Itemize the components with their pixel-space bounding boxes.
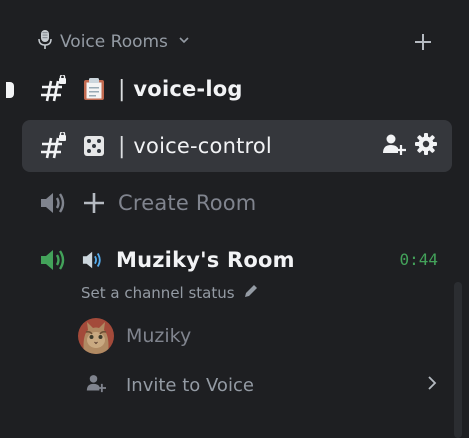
- scrollbar[interactable]: [454, 282, 462, 438]
- speaker-emoji: [82, 248, 106, 272]
- channel-separator: |: [118, 133, 126, 159]
- channel-actions: [382, 132, 452, 160]
- add-member-icon: [86, 373, 106, 397]
- category-title-group[interactable]: Voice Rooms: [36, 29, 190, 56]
- clipboard-emoji: [82, 77, 106, 101]
- channel-name: voice-control: [133, 134, 272, 158]
- gear-icon[interactable]: [414, 132, 438, 160]
- channel-create-room[interactable]: Create Room: [22, 177, 452, 229]
- channel-name: Create Room: [118, 191, 257, 215]
- category-header[interactable]: Voice Rooms: [36, 28, 446, 56]
- channel-name: Muziky's Room: [116, 248, 295, 272]
- active-voice-channel-icon: [38, 245, 68, 275]
- channel-name: voice-log: [133, 77, 243, 101]
- channel-voice-control[interactable]: | voice-control: [22, 120, 452, 172]
- category-title: Voice Rooms: [60, 32, 168, 52]
- channel-voice-log[interactable]: | voice-log: [22, 63, 452, 115]
- set-channel-status[interactable]: Set a channel status: [81, 282, 259, 304]
- chevron-down-icon: [178, 34, 190, 50]
- add-member-icon[interactable]: [382, 133, 406, 159]
- status-prompt: Set a channel status: [81, 284, 235, 302]
- plus-icon: [82, 191, 106, 215]
- user-name: Muziky: [126, 325, 192, 347]
- chevron-right-icon: [426, 375, 438, 395]
- dice-emoji: [82, 134, 106, 158]
- channel-muzikys-room[interactable]: Muziky's Room: [22, 234, 452, 286]
- avatar: [78, 318, 114, 354]
- voice-channel-icon: [38, 188, 68, 218]
- unread-indicator: [6, 82, 14, 98]
- pencil-icon: [243, 283, 259, 303]
- channel-separator: |: [118, 76, 126, 102]
- elapsed-timer: 0:44: [399, 250, 438, 269]
- invite-label: Invite to Voice: [126, 374, 254, 396]
- microphone-icon: [36, 29, 54, 56]
- locked-text-channel-icon: [38, 74, 68, 104]
- invite-to-voice-button[interactable]: Invite to Voice: [86, 370, 438, 400]
- voice-user[interactable]: Muziky: [78, 316, 191, 356]
- plus-icon[interactable]: [410, 28, 436, 56]
- locked-text-channel-icon: [38, 131, 68, 161]
